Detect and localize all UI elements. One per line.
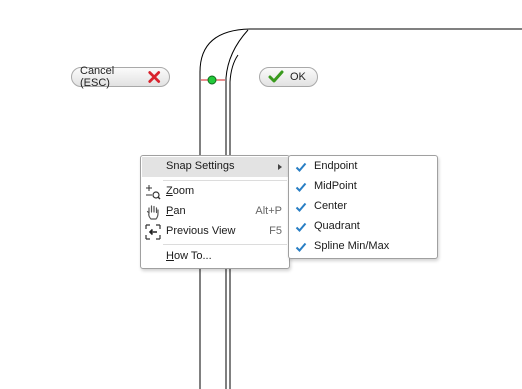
menu-item-label: How To... xyxy=(166,250,212,262)
submenu-item-endpoint[interactable]: Endpoint xyxy=(290,157,436,177)
menu-item-how-to[interactable]: How To... xyxy=(142,247,288,267)
submenu-item-label: Spline Min/Max xyxy=(314,240,390,252)
submenu-item-label: Center xyxy=(314,200,348,212)
snap-settings-submenu: Endpoint MidPoint Center Quadrant Spline… xyxy=(288,155,438,259)
zoom-icon xyxy=(146,185,161,200)
checkmark-icon xyxy=(295,202,307,212)
context-menu: Snap Settings Zoom Pan Alt+P Previous Vi… xyxy=(140,155,290,269)
submenu-item-label: Endpoint xyxy=(314,160,358,172)
submenu-arrow-icon xyxy=(278,164,282,170)
submenu-item-quadrant[interactable]: Quadrant xyxy=(290,217,436,237)
menu-item-label: Snap Settings xyxy=(166,160,235,172)
sketch-point[interactable] xyxy=(207,75,217,85)
menu-item-pan[interactable]: Pan Alt+P xyxy=(142,202,288,222)
checkmark-icon xyxy=(295,222,307,232)
ok-button[interactable]: OK xyxy=(259,67,318,87)
submenu-item-center[interactable]: Center xyxy=(290,197,436,217)
checkmark-icon xyxy=(295,242,307,252)
menu-item-shortcut: F5 xyxy=(269,225,282,237)
menu-item-label: Zoom xyxy=(166,185,195,197)
red-x-icon xyxy=(147,71,160,83)
previous-view-icon xyxy=(145,224,161,240)
menu-item-label: Previous View xyxy=(166,225,236,237)
menu-separator xyxy=(163,244,287,245)
ok-button-label: OK xyxy=(290,71,306,83)
submenu-item-midpoint[interactable]: MidPoint xyxy=(290,177,436,197)
submenu-item-label: Quadrant xyxy=(314,220,360,232)
submenu-item-spline-min-max[interactable]: Spline Min/Max xyxy=(290,237,436,257)
menu-item-zoom[interactable]: Zoom xyxy=(142,182,288,202)
cancel-button-label: Cancel (ESC) xyxy=(80,65,115,89)
green-check-icon xyxy=(268,70,284,83)
submenu-item-label: MidPoint xyxy=(314,180,357,192)
checkmark-icon xyxy=(295,162,307,172)
menu-item-previous-view[interactable]: Previous View F5 xyxy=(142,222,288,242)
checkmark-icon xyxy=(295,182,307,192)
cancel-button[interactable]: Cancel (ESC) xyxy=(71,65,170,89)
menu-item-shortcut: Alt+P xyxy=(255,205,282,217)
menu-item-label: Pan xyxy=(166,205,186,217)
menu-separator xyxy=(163,180,287,181)
pan-hand-icon xyxy=(146,205,159,220)
menu-item-snap-settings[interactable]: Snap Settings xyxy=(142,157,288,177)
